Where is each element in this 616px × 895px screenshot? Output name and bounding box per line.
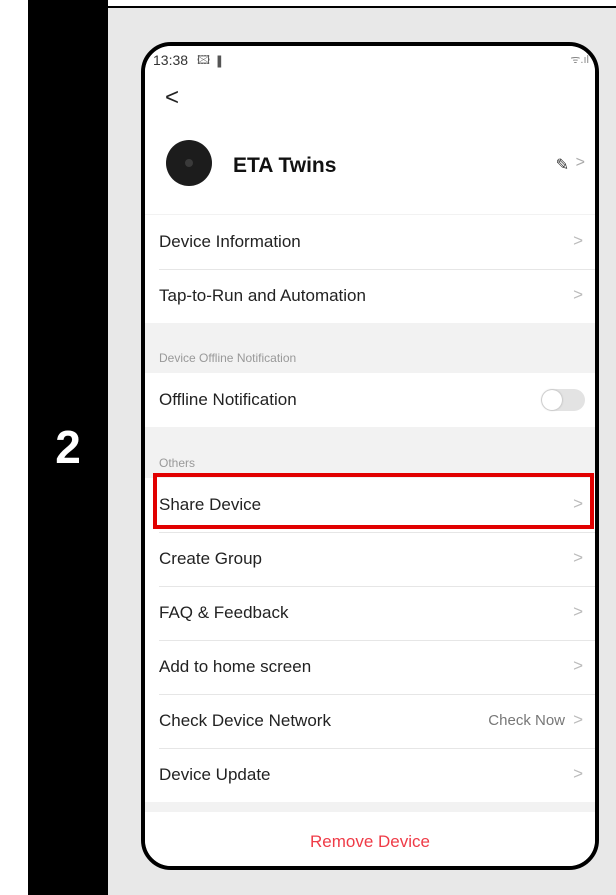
row-faq-feedback[interactable]: FAQ & Feedback > xyxy=(145,586,595,640)
device-header[interactable]: ETA Twins ✎ > xyxy=(145,122,595,214)
back-icon[interactable]: < xyxy=(165,84,179,112)
top-divider xyxy=(108,0,616,8)
status-time: 13:38 xyxy=(153,52,189,68)
row-tap-to-run[interactable]: Tap-to-Run and Automation > xyxy=(145,269,595,323)
chevron-right-icon: > xyxy=(573,656,583,675)
divider xyxy=(159,586,595,587)
notification-icons: 🖾 ▮ xyxy=(197,53,226,67)
remove-device-button[interactable]: Remove Device xyxy=(145,812,595,866)
divider xyxy=(159,269,595,270)
row-device-update[interactable]: Device Update > xyxy=(145,748,595,802)
divider xyxy=(159,640,595,641)
row-label: Check Device Network xyxy=(159,711,331,730)
remove-device-label: Remove Device xyxy=(310,832,430,851)
chevron-right-icon: > xyxy=(573,231,583,250)
section-label-others: Others xyxy=(159,456,196,470)
divider xyxy=(159,694,595,695)
row-label: Device Update xyxy=(159,765,271,784)
chevron-right-icon: > xyxy=(573,285,583,304)
row-label: FAQ & Feedback xyxy=(159,603,289,622)
chevron-right-icon: > xyxy=(573,548,583,567)
row-create-group[interactable]: Create Group > xyxy=(145,532,595,586)
row-label: Device Information xyxy=(159,232,301,251)
chevron-right-icon: > xyxy=(573,764,583,783)
row-label: Tap-to-Run and Automation xyxy=(159,286,366,305)
row-label: Add to home screen xyxy=(159,657,312,676)
nav-bar: < xyxy=(145,74,595,122)
chevron-right-icon: > xyxy=(575,154,585,171)
divider xyxy=(159,748,595,749)
share-device-highlight xyxy=(153,473,594,529)
row-label: Create Group xyxy=(159,549,262,568)
signal-icons: ᯤ.ıl xyxy=(570,54,589,66)
edit-icon[interactable]: ✎ xyxy=(556,155,569,175)
row-device-information[interactable]: Device Information > xyxy=(145,215,595,269)
row-offline-notification: Offline Notification xyxy=(145,373,595,427)
phone-frame: 13:38 🖾 ▮ ᯤ.ıl < ETA Twins ✎ > Device In… xyxy=(141,42,599,870)
device-name: ETA Twins xyxy=(233,154,337,177)
chevron-right-icon: > xyxy=(573,602,583,621)
chevron-right-icon: > xyxy=(573,710,583,729)
row-add-to-home-screen[interactable]: Add to home screen > xyxy=(145,640,595,694)
robot-vacuum-icon xyxy=(166,140,212,186)
divider xyxy=(159,532,595,533)
row-label: Offline Notification xyxy=(159,390,297,409)
toggle-knob xyxy=(542,390,562,410)
status-bar: 13:38 🖾 ▮ ᯤ.ıl xyxy=(145,46,595,74)
row-check-device-network[interactable]: Check Device Network Check Now > xyxy=(145,694,595,748)
check-now-link[interactable]: Check Now xyxy=(488,712,565,729)
step-number: 2 xyxy=(55,421,81,473)
section-label-offline: Device Offline Notification xyxy=(159,351,297,365)
offline-notification-toggle[interactable] xyxy=(541,389,585,411)
